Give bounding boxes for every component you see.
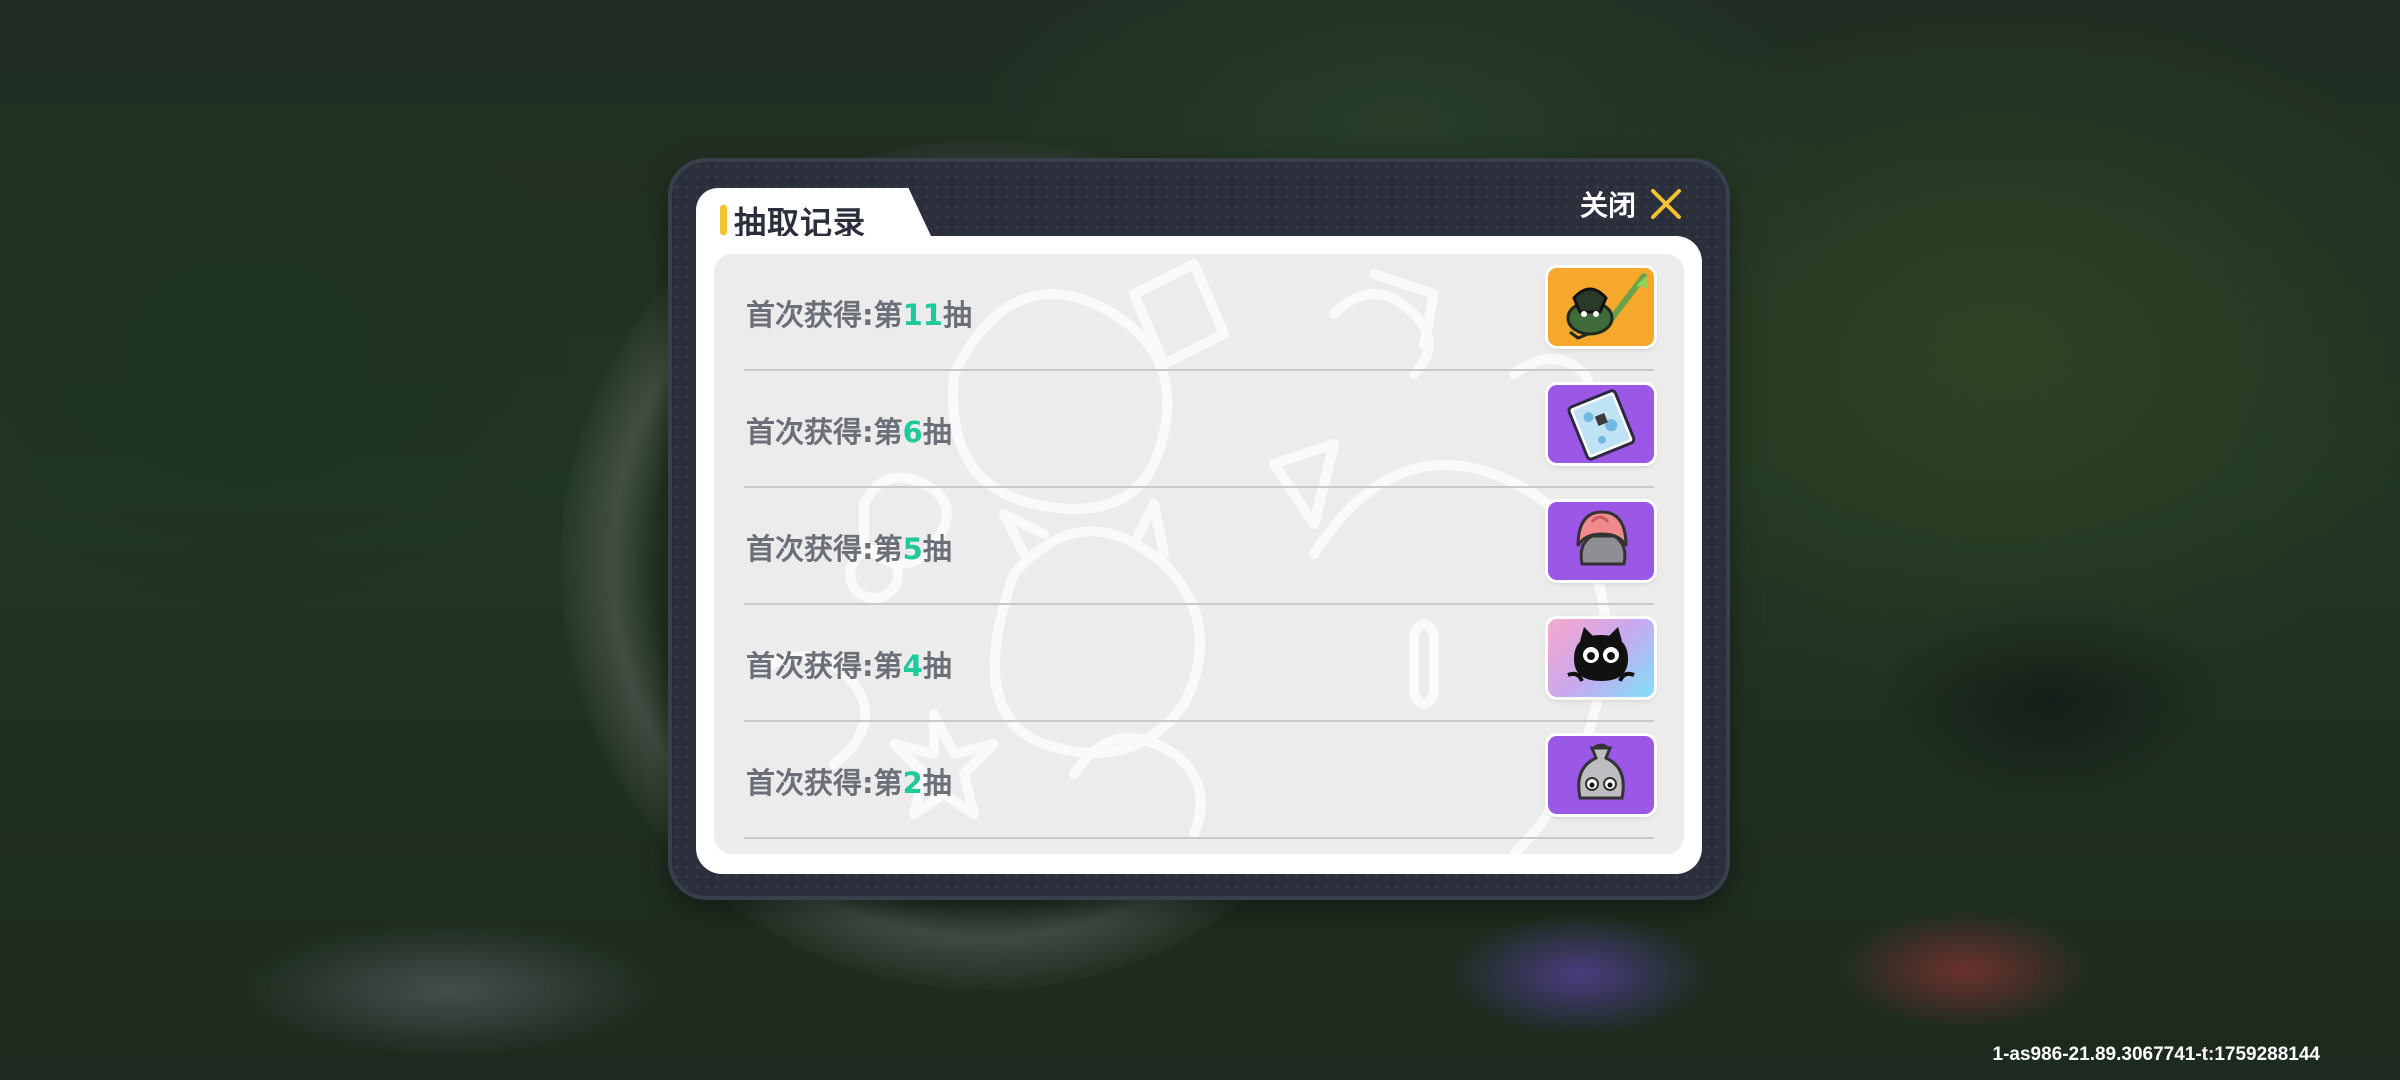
close-label: 关闭 — [1579, 189, 1636, 222]
record-suffix: 抽 — [922, 415, 952, 449]
record-text: 首次获得:第6抽 — [746, 409, 952, 451]
record-prefix: 首次获得:第 — [746, 415, 903, 449]
record-text: 首次获得:第5抽 — [746, 526, 952, 568]
record-suffix: 抽 — [922, 649, 952, 683]
record-draw-number: 2 — [902, 766, 923, 800]
item-slot[interactable] — [1548, 736, 1654, 814]
record-suffix: 抽 — [942, 298, 972, 332]
record-suffix: 抽 — [922, 532, 952, 566]
draw-record-dialog: 抽取记录 关闭 首次获得:第11抽 首次获得:第6抽 首次获得:第5抽 首次获得… — [672, 162, 1726, 896]
build-id-watermark: 1-as986-21.89.3067741-t:1759288144 — [1992, 1044, 2321, 1065]
record-draw-number: 4 — [902, 649, 923, 683]
record-prefix: 首次获得:第 — [746, 766, 903, 800]
record-prefix: 首次获得:第 — [746, 532, 903, 566]
record-panel: 首次获得:第11抽 首次获得:第6抽 首次获得:第5抽 首次获得:第4抽 首次获… — [696, 236, 1702, 874]
record-text: 首次获得:第2抽 — [746, 760, 952, 802]
record-suffix: 抽 — [922, 766, 952, 800]
record-list-area[interactable]: 首次获得:第11抽 首次获得:第6抽 首次获得:第5抽 首次获得:第4抽 首次获… — [714, 254, 1684, 854]
close-icon — [1651, 189, 1681, 219]
record-row: 首次获得:第2抽 — [714, 722, 1684, 839]
item-slot[interactable] — [1548, 502, 1654, 580]
row-divider — [744, 837, 1654, 839]
black-cat-icon — [1567, 627, 1635, 682]
item-slot[interactable] — [1548, 619, 1654, 697]
map-card-icon — [1567, 389, 1636, 461]
record-row: 首次获得:第11抽 — [714, 254, 1684, 371]
record-text: 首次获得:第4抽 — [746, 643, 952, 685]
record-text: 首次获得:第11抽 — [746, 292, 972, 334]
record-draw-number: 6 — [902, 415, 923, 449]
item-slot[interactable] — [1548, 268, 1654, 346]
broom-dragon-icon — [1566, 273, 1648, 340]
record-draw-number: 5 — [902, 532, 923, 566]
record-row: 首次获得:第6抽 — [714, 371, 1684, 488]
record-prefix: 首次获得:第 — [746, 298, 903, 332]
record-prefix: 首次获得:第 — [746, 649, 903, 683]
title-accent-bar — [720, 205, 727, 235]
record-row: 首次获得:第5抽 — [714, 488, 1684, 605]
record-row: 首次获得:第4抽 — [714, 605, 1684, 722]
item-slot[interactable] — [1548, 385, 1654, 463]
pink-hair-icon — [1576, 510, 1628, 566]
sack-creature-icon — [1577, 743, 1625, 800]
close-button[interactable]: 关闭 — [1580, 182, 1684, 226]
record-list: 首次获得:第11抽 首次获得:第6抽 首次获得:第5抽 首次获得:第4抽 首次获… — [714, 254, 1684, 839]
record-draw-number: 11 — [902, 298, 943, 332]
